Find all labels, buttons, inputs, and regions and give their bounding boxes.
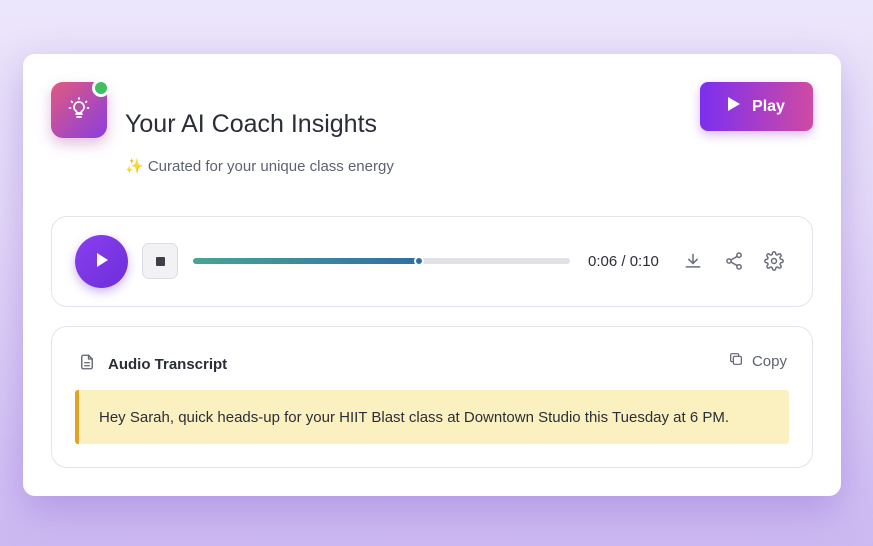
play-button[interactable]: Play: [700, 82, 813, 131]
audio-play-button[interactable]: [75, 235, 128, 288]
transcript-text: Hey Sarah, quick heads-up for your HIIT …: [75, 390, 789, 444]
document-icon: [78, 353, 96, 376]
transcript-header: Audio Transcript: [78, 353, 227, 376]
page-title: Your AI Coach Insights: [125, 110, 378, 138]
status-indicator: [92, 79, 110, 97]
play-icon: [728, 97, 741, 116]
audio-player: 0:06 / 0:10: [51, 216, 813, 307]
stop-button[interactable]: [142, 243, 178, 279]
progress-thumb[interactable]: [414, 256, 425, 266]
copy-icon: [728, 351, 744, 371]
time-display: 0:06 / 0:10: [588, 253, 659, 270]
progress-bar[interactable]: [193, 256, 570, 266]
download-icon[interactable]: [682, 250, 704, 272]
transcript-panel: Audio Transcript Copy Hey Sarah, quick h…: [51, 326, 813, 468]
play-icon: [96, 253, 108, 270]
coach-insights-card: Your AI Coach Insights ✨ Curated for you…: [23, 54, 841, 496]
progress-fill: [193, 258, 420, 264]
copy-button-label: Copy: [751, 352, 787, 370]
transcript-title: Audio Transcript: [108, 356, 228, 373]
copy-button[interactable]: Copy: [728, 351, 787, 371]
play-button-label: Play: [752, 97, 785, 115]
page-subtitle: ✨ Curated for your unique class energy: [125, 158, 394, 175]
share-icon[interactable]: [723, 250, 745, 272]
lightbulb-icon: [67, 96, 91, 125]
settings-icon[interactable]: [763, 250, 785, 272]
stop-icon: [155, 256, 165, 266]
